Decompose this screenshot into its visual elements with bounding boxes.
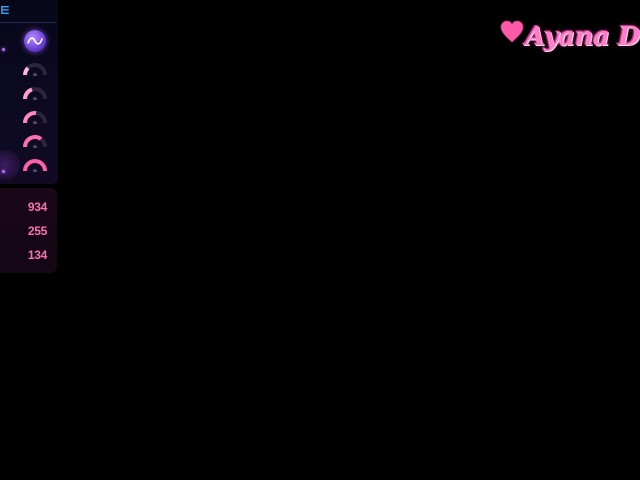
sparkle-icon [2,170,5,173]
stream-viewport: ⋿ 934 255 134 Ayana D [0,0,640,480]
panel-glow [0,150,20,180]
tip-menu-panel: ⋿ [0,0,58,184]
level-2-gauge-icon [23,87,47,100]
stat-value-1: 934 [27,200,47,214]
level-3-gauge-icon [23,110,47,124]
avatar[interactable] [24,30,46,52]
level-5-gauge-icon [23,159,47,172]
stat-value-3: 134 [27,248,47,262]
streamer-logo: Ayana D [500,18,640,60]
level-1-gauge-icon [23,63,47,76]
logo-text: Ayana D [525,22,640,52]
heart-icon [500,20,524,43]
stats-panel: 934 255 134 [0,188,57,273]
stat-value-2: 255 [27,224,47,238]
divider [0,22,56,23]
sparkle-icon [2,48,5,51]
level-4-gauge-icon [23,135,47,148]
menu-icon[interactable]: ⋿ [0,5,12,17]
avatar-icon [27,37,43,45]
